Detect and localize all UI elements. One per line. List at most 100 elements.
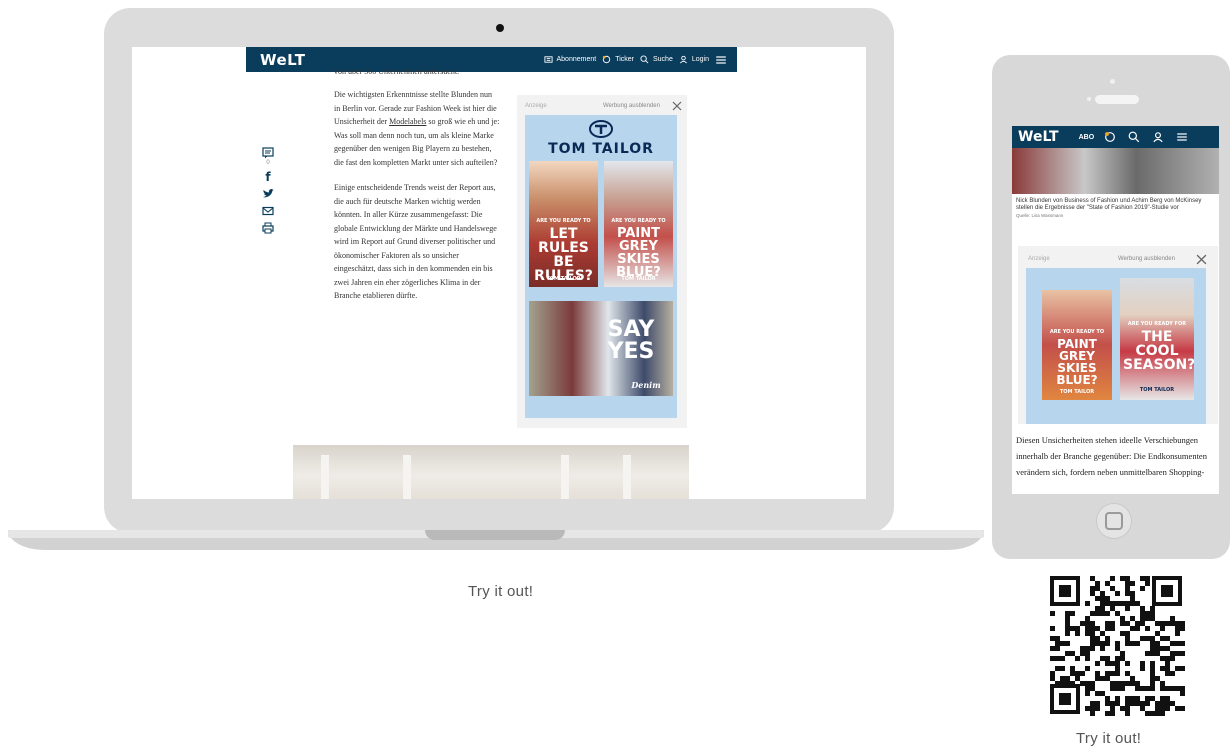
qr-module	[1065, 616, 1070, 621]
qr-module	[1050, 656, 1055, 661]
facebook-icon[interactable]: f	[262, 170, 274, 184]
qr-module	[1165, 656, 1170, 661]
qr-module	[1100, 676, 1105, 681]
mobile-article-text: Diesen Unsicherheiten stehen ideelle Ver…	[1016, 435, 1207, 477]
qr-code[interactable]	[1046, 572, 1186, 718]
qr-module	[1065, 676, 1070, 681]
welt-logo[interactable]: WeLT	[1018, 129, 1059, 145]
qr-module	[1080, 671, 1085, 676]
caption-text: Nick Blunden von Business of Fashion und…	[1016, 198, 1202, 211]
qr-module	[1090, 701, 1095, 706]
qr-module	[1095, 701, 1100, 706]
qr-module	[1110, 626, 1115, 631]
nav-abonnement[interactable]: Abonnement	[543, 55, 596, 64]
mobile-ad-creative[interactable]: ARE YOU READY TO PAINT GREY SKIES BLUE? …	[1026, 268, 1206, 424]
welt-logo[interactable]: WeLT	[260, 51, 306, 69]
qr-module	[1070, 651, 1075, 656]
qr-module	[1150, 711, 1155, 716]
qr-module	[1065, 641, 1070, 646]
qr-module	[1110, 701, 1115, 706]
print-icon[interactable]	[262, 222, 274, 234]
phone-sensor	[1110, 79, 1115, 84]
email-icon[interactable]	[262, 205, 274, 217]
ad-creative[interactable]: TOM TAILOR ARE YOU READY TO LET RULES BE…	[525, 115, 677, 418]
qr-module	[1155, 701, 1160, 706]
qr-module	[1050, 611, 1055, 616]
qr-module	[1085, 706, 1090, 711]
close-icon[interactable]	[1196, 254, 1207, 265]
hide-ad-link[interactable]: Werbung ausblenden	[1118, 256, 1175, 262]
qr-module	[1165, 701, 1170, 706]
qr-module	[1055, 636, 1060, 641]
qr-module	[1060, 676, 1065, 681]
comment-icon[interactable]	[262, 147, 274, 159]
nav-ticker[interactable]: Ticker	[602, 55, 634, 64]
twitter-icon[interactable]	[262, 188, 274, 200]
ad-panel-small: ARE YOU READY TO	[1049, 329, 1105, 335]
qr-module	[1135, 681, 1140, 686]
phone-try-label[interactable]: Try it out!	[1076, 730, 1141, 747]
article-image	[293, 445, 689, 499]
qr-module	[1150, 606, 1155, 611]
qr-module	[1130, 616, 1135, 621]
qr-module	[1065, 631, 1070, 636]
qr-module	[1140, 666, 1145, 671]
qr-module	[1085, 656, 1090, 661]
hamburger-menu-icon[interactable]	[715, 54, 727, 66]
newspaper-icon	[543, 56, 553, 63]
qr-module	[1160, 686, 1165, 691]
abo-link[interactable]: ABO	[1079, 134, 1095, 141]
laptop-try-label[interactable]: Try it out!	[468, 583, 533, 600]
qr-module	[1110, 671, 1115, 676]
qr-code-graphic	[1046, 572, 1186, 718]
qr-module	[1105, 581, 1110, 586]
user-icon[interactable]	[1152, 131, 1164, 143]
qr-module	[1085, 666, 1090, 671]
qr-module	[1160, 696, 1165, 701]
qr-module	[1170, 671, 1175, 676]
qr-module	[1140, 636, 1145, 641]
qr-module	[1175, 666, 1180, 671]
qr-module	[1170, 616, 1175, 621]
ad-panel-headline: PAINT GREY SKIES BLUE?	[1056, 337, 1098, 387]
qr-module	[1105, 696, 1110, 701]
qr-module	[1095, 581, 1100, 586]
qr-module	[1175, 641, 1180, 646]
qr-module	[1090, 706, 1095, 711]
qr-module	[1090, 646, 1095, 651]
qr-module	[1150, 611, 1155, 616]
qr-module	[1120, 601, 1125, 606]
qr-module	[1125, 671, 1130, 676]
share-bar: 0 f	[260, 147, 276, 234]
qr-module	[1060, 666, 1065, 671]
qr-module	[1145, 701, 1150, 706]
qr-module	[1100, 691, 1105, 696]
nav-login[interactable]: Login	[679, 55, 709, 64]
modelabels-link[interactable]: Modelabels	[389, 117, 426, 126]
search-icon[interactable]	[1128, 131, 1140, 143]
qr-module	[1170, 651, 1175, 656]
qr-module	[1145, 696, 1150, 701]
search-icon	[640, 55, 649, 64]
qr-module	[1120, 686, 1125, 691]
ticker-clock-icon[interactable]	[1104, 131, 1116, 143]
hide-ad-link[interactable]: Werbung ausblenden	[603, 103, 660, 109]
qr-module	[1165, 621, 1170, 626]
qr-module	[1085, 651, 1090, 656]
qr-module	[1175, 686, 1180, 691]
qr-module	[1145, 576, 1150, 581]
qr-module	[1140, 616, 1145, 621]
qr-module	[1165, 661, 1170, 666]
hamburger-menu-icon[interactable]	[1176, 131, 1188, 143]
qr-module	[1095, 676, 1100, 681]
qr-module	[1090, 711, 1095, 716]
nav-suche[interactable]: Suche	[640, 55, 673, 64]
qr-module	[1150, 686, 1155, 691]
qr-module	[1080, 646, 1085, 651]
qr-module	[1085, 626, 1090, 631]
article-paragraph: Einige entscheidende Trends weist der Re…	[334, 183, 497, 300]
qr-module	[1060, 641, 1065, 646]
qr-module	[1150, 651, 1155, 656]
close-icon[interactable]	[672, 101, 682, 111]
qr-module	[1095, 611, 1100, 616]
